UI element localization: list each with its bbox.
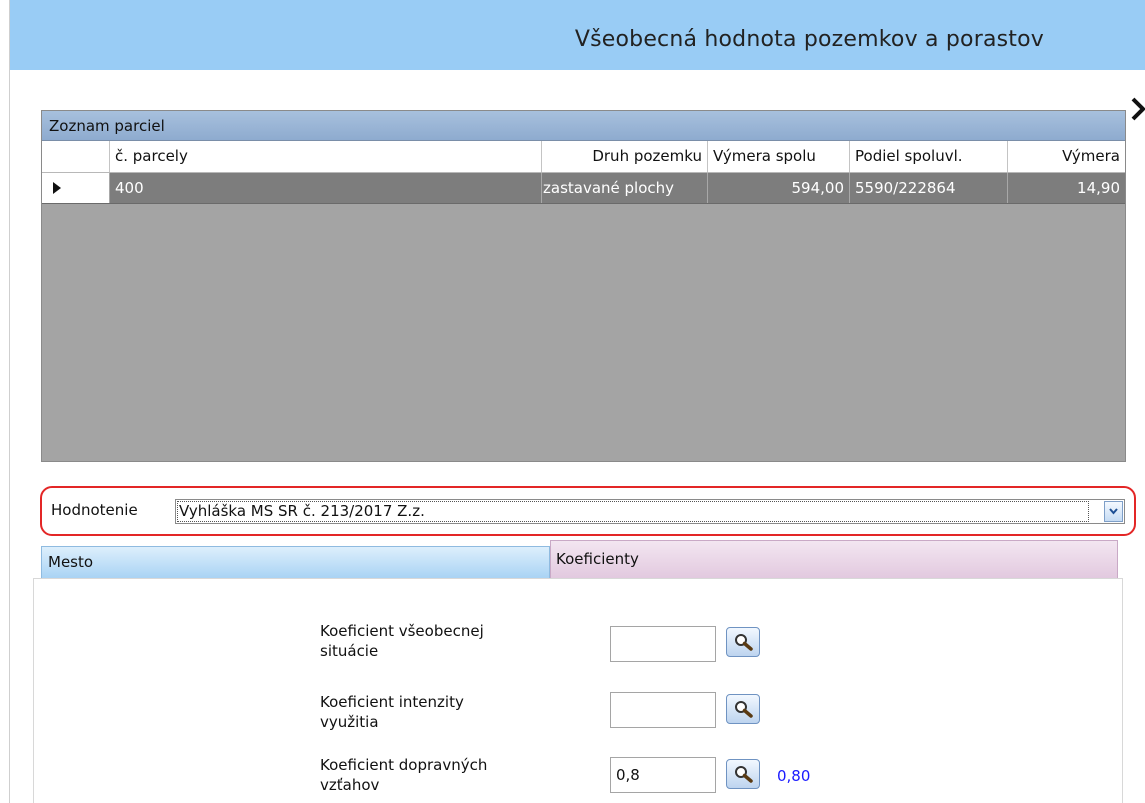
left-edge [0,0,9,803]
magnifier-icon [735,634,753,651]
koef-dopravnych-input[interactable]: 0,8 [610,757,716,793]
next-arrow-icon[interactable] [1127,96,1145,122]
koef-situacie-label: Koeficient všeobecnej situácie [320,622,484,660]
header-indicator [42,141,110,172]
magnifier-icon [735,766,753,783]
column-header-podiel[interactable]: Podiel spoluvl. [850,141,1008,172]
window-title: Všeobecná hodnota pozemkov a porastov [574,27,1044,52]
hodnotenie-label: Hodnotenie [51,501,138,519]
column-header-vymera[interactable]: Výmera [1008,141,1125,172]
row-indicator [42,173,110,203]
title-bar: Všeobecná hodnota pozemkov a porastov [10,0,1145,70]
koef-situacie-search-button[interactable] [726,627,760,657]
column-header-parcela[interactable]: č. parcely [110,141,542,172]
dropdown-button[interactable] [1104,501,1123,522]
cell-podiel[interactable]: 5590/222864 [850,173,1008,203]
cell-vymera-spolu[interactable]: 594,00 [708,173,850,203]
koef-dopravnych-result: 0,80 [777,767,811,785]
grid-caption: Zoznam parciel [42,111,1125,141]
koef-intenzity-search-button[interactable] [726,694,760,724]
app-window: Všeobecná hodnota pozemkov a porastov Zo… [9,0,1145,803]
tab-panel-koeficienty [33,578,1123,803]
tab-koeficienty[interactable]: Koeficienty [550,540,1118,578]
hodnotenie-select[interactable]: Vyhláška MS SR č. 213/2017 Z.z. [175,499,1125,524]
row-pointer-icon [53,182,61,194]
parcel-grid: Zoznam parciel č. parcely Druh pozemku V… [41,110,1126,462]
koef-intenzity-label: Koeficient intenzity využitia [320,693,464,731]
cell-vymera[interactable]: 14,90 [1008,173,1125,203]
tab-mesto[interactable]: Mesto [41,546,550,578]
koef-situacie-input[interactable] [610,626,716,662]
chevron-down-icon [1109,508,1118,515]
cell-parcela[interactable]: 400 [110,173,542,203]
grid-empty-area [42,204,1125,461]
koef-dopravnych-search-button[interactable] [726,759,760,789]
koef-dopravnych-label: Koeficient dopravných vzťahov [320,756,488,794]
magnifier-icon [735,701,753,718]
column-header-vymera-spolu[interactable]: Výmera spolu [708,141,850,172]
grid-header: č. parcely Druh pozemku Výmera spolu Pod… [42,141,1125,173]
column-header-druh[interactable]: Druh pozemku [542,141,708,172]
hodnotenie-value: Vyhláška MS SR č. 213/2017 Z.z. [179,502,425,520]
cell-druh[interactable]: zastavané plochy [542,173,708,203]
table-row[interactable]: 400 zastavané plochy 594,00 5590/222864 … [42,173,1125,204]
koef-intenzity-input[interactable] [610,692,716,728]
hodnotenie-highlight: Hodnotenie Vyhláška MS SR č. 213/2017 Z.… [40,486,1136,536]
